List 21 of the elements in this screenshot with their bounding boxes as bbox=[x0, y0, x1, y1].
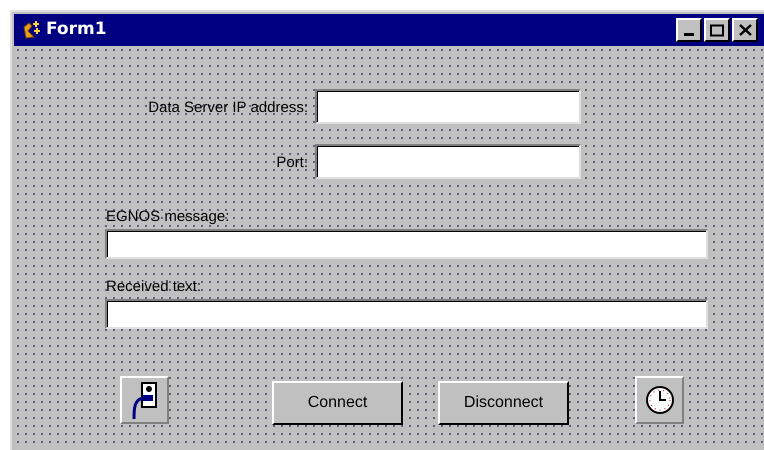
timer-component[interactable] bbox=[635, 376, 684, 424]
maximize-button[interactable] bbox=[704, 18, 730, 42]
field-label: Port: bbox=[276, 153, 308, 173]
field-label: EGNOS message: bbox=[106, 207, 230, 227]
maximize-icon bbox=[710, 24, 724, 36]
text-field[interactable] bbox=[315, 144, 581, 179]
window-title: Form1 bbox=[46, 18, 107, 42]
text-field[interactable] bbox=[315, 89, 581, 124]
action-button[interactable]: Disconnect bbox=[438, 381, 569, 425]
action-button[interactable]: Connect bbox=[272, 381, 403, 425]
text-field[interactable] bbox=[105, 299, 708, 329]
minimize-button[interactable] bbox=[676, 18, 702, 42]
minimize-icon bbox=[684, 33, 694, 36]
field-label: Data Server IP address: bbox=[148, 98, 308, 118]
close-button[interactable] bbox=[732, 18, 758, 42]
close-icon bbox=[738, 24, 752, 36]
field-label: Received text: bbox=[106, 277, 202, 297]
clock-icon bbox=[644, 385, 674, 415]
text-field[interactable] bbox=[105, 229, 708, 259]
socket-component[interactable] bbox=[120, 376, 169, 424]
plug-socket-icon bbox=[130, 379, 160, 421]
